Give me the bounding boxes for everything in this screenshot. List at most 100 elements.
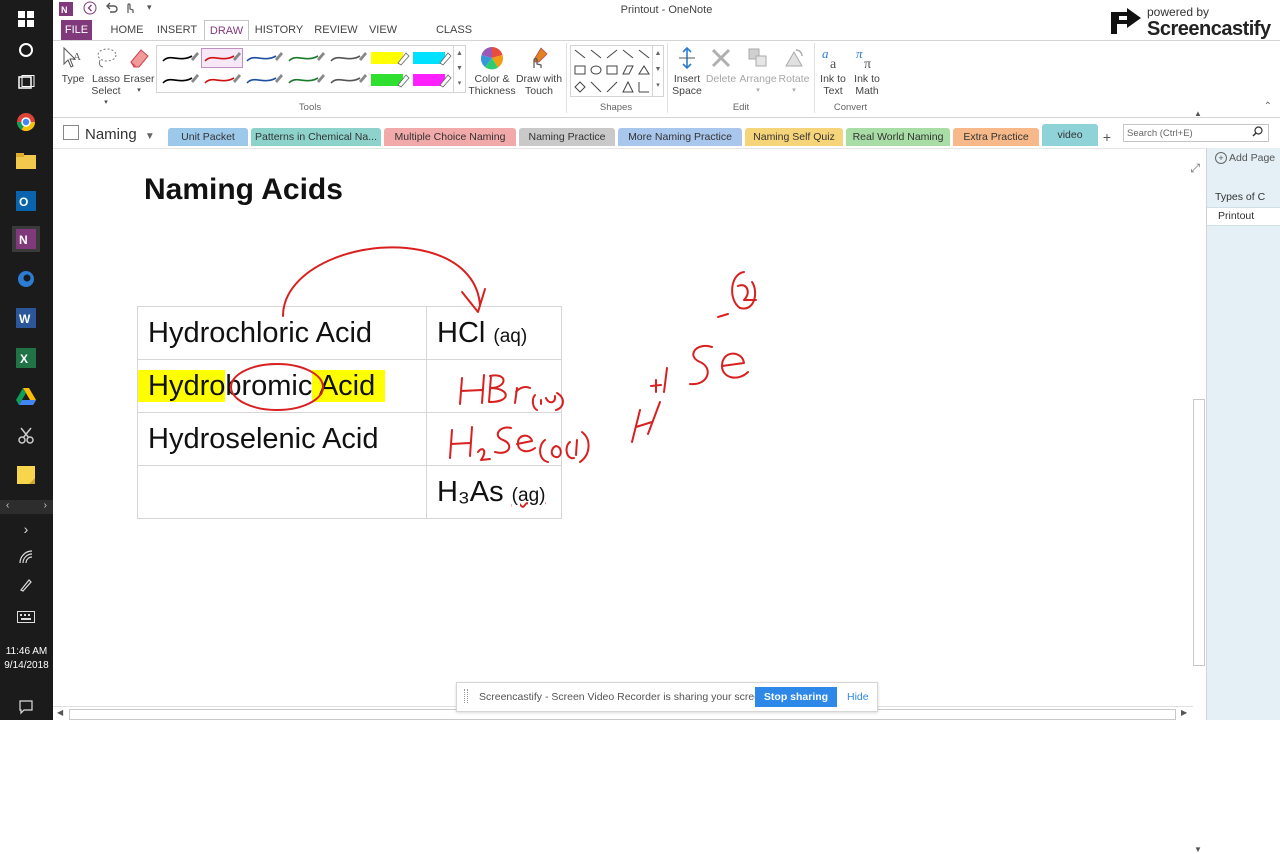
highlighter-swatch[interactable]	[411, 70, 453, 90]
table-cell-name[interactable]	[137, 465, 427, 519]
tab-draw[interactable]: DRAW	[204, 20, 249, 40]
page-title[interactable]: Naming Acids	[144, 173, 343, 207]
pen-swatch[interactable]	[201, 70, 243, 90]
chevron-up-icon[interactable]: ›	[12, 516, 40, 542]
taskbar-scroll[interactable]: ‹ ›	[0, 500, 53, 514]
ink-to-text-button[interactable]: aa Ink to Text	[817, 45, 849, 97]
page-list-item[interactable]: Types of C	[1215, 191, 1265, 203]
pen-swatch[interactable]	[201, 48, 243, 68]
pen-swatch[interactable]	[327, 48, 369, 68]
add-section-button[interactable]: +	[1097, 128, 1117, 146]
pen-swatch[interactable]	[285, 48, 327, 68]
section-tab[interactable]: Extra Practice	[953, 128, 1039, 146]
section-tab[interactable]: Unit Packet	[168, 128, 248, 146]
chrome-icon[interactable]	[12, 109, 40, 135]
scroll-right-icon[interactable]: ▶	[1181, 708, 1187, 717]
search-box[interactable]: Search (Ctrl+E)	[1123, 124, 1269, 142]
tab-review[interactable]: REVIEW	[312, 20, 360, 40]
word-icon[interactable]: W	[12, 305, 40, 331]
tab-file[interactable]: FILE	[61, 20, 92, 40]
shapes-gallery-scroll[interactable]: ▲ ▼ ▾	[652, 46, 663, 96]
notifications-icon[interactable]	[12, 694, 40, 720]
scroll-left-icon[interactable]: ◀	[57, 708, 63, 717]
table-cell-formula[interactable]	[426, 412, 562, 466]
tab-history[interactable]: HISTORY	[254, 20, 304, 40]
highlighter-swatch[interactable]	[369, 48, 411, 68]
arrange-button[interactable]: Arrange ▾	[738, 45, 778, 97]
highlighter-swatch[interactable]	[369, 70, 411, 90]
arrange-dropdown-icon[interactable]: ▾	[738, 85, 778, 97]
ink-to-math-icon: ππ	[854, 45, 880, 71]
snipping-tool-icon[interactable]	[12, 423, 40, 449]
eraser-button[interactable]: Eraser ▾	[123, 45, 155, 97]
add-page-button[interactable]: + Add Page	[1215, 152, 1275, 164]
notebook-selector[interactable]: Naming ▼	[63, 125, 155, 143]
lasso-dropdown-icon[interactable]: ▾	[89, 97, 123, 109]
edge-icon[interactable]	[12, 266, 40, 292]
vertical-scrollbar[interactable]: ▼	[1193, 399, 1205, 854]
tab-home[interactable]: HOME	[107, 20, 147, 40]
table-cell-name[interactable]: Hydrobromic Acid	[137, 359, 427, 413]
scroll-down-icon[interactable]: ▼	[1194, 845, 1202, 854]
draw-with-touch-button[interactable]: Draw with Touch	[515, 45, 563, 97]
type-button[interactable]: A Type	[58, 45, 88, 85]
pen-swatch[interactable]	[243, 70, 285, 90]
outlook-icon[interactable]: O	[12, 188, 40, 214]
pen-swatch[interactable]	[327, 70, 369, 90]
scroll-up-icon[interactable]: ▲	[1194, 109, 1202, 118]
expand-full-page-icon[interactable]: ⤢	[1190, 161, 1200, 176]
acid-table[interactable]: Hydrochloric Acid HCl (aq) Hydrobromic A…	[137, 306, 562, 519]
table-cell-formula[interactable]	[426, 359, 562, 413]
pen-swatch[interactable]	[159, 70, 201, 90]
pen-swatch[interactable]	[159, 48, 201, 68]
section-tab[interactable]: video	[1042, 124, 1098, 146]
insert-space-button[interactable]: Insert Space	[671, 45, 703, 97]
rotate-button[interactable]: Rotate ▾	[777, 45, 811, 97]
highlighter-swatch[interactable]	[411, 48, 453, 68]
task-view-icon[interactable]	[12, 70, 40, 96]
table-cell-formula[interactable]: H₃As (ag)	[426, 465, 562, 519]
google-drive-icon[interactable]	[12, 384, 40, 410]
windows-start-icon[interactable]	[12, 6, 40, 32]
color-thickness-button[interactable]: Color & Thickness	[468, 45, 516, 97]
tab-insert[interactable]: INSERT	[155, 20, 199, 40]
cortana-icon[interactable]	[12, 37, 40, 63]
pen-swatch[interactable]	[243, 48, 285, 68]
drag-handle-icon[interactable]	[464, 689, 468, 703]
eraser-dropdown-icon[interactable]: ▾	[123, 85, 155, 97]
sticky-notes-icon[interactable]	[12, 462, 40, 488]
hide-link[interactable]: Hide	[847, 691, 869, 703]
keyboard-icon[interactable]	[12, 604, 40, 630]
rotate-dropdown-icon[interactable]: ▾	[777, 85, 811, 97]
pen-icon[interactable]	[12, 572, 40, 598]
lasso-select-button[interactable]: Lasso Select ▾	[89, 45, 123, 109]
search-icon[interactable]	[1252, 125, 1263, 143]
pen-gallery-scroll[interactable]: ▲ ▼ ▾	[453, 46, 465, 92]
network-icon[interactable]	[12, 544, 40, 570]
add-page-icon: +	[1215, 152, 1227, 164]
shapes-icon-grid[interactable]	[571, 46, 651, 96]
tab-class-notebook[interactable]: CLASS NOTEBOOK	[408, 20, 500, 56]
taskbar-clock[interactable]: 11:46 AM 9/14/2018	[0, 645, 53, 673]
section-tab[interactable]: Naming Self Quiz	[745, 128, 843, 146]
table-cell-formula[interactable]: HCl (aq)	[426, 306, 562, 360]
table-cell-name[interactable]: Hydrochloric Acid	[137, 306, 427, 360]
vertical-scroll-thumb[interactable]	[1193, 399, 1205, 666]
file-explorer-icon[interactable]	[12, 148, 40, 174]
delete-button[interactable]: Delete	[704, 45, 738, 85]
stop-sharing-button[interactable]: Stop sharing	[755, 687, 837, 707]
ink-to-math-button[interactable]: ππ Ink to Math	[850, 45, 884, 97]
page-list-item-selected[interactable]: Printout	[1207, 207, 1280, 226]
section-tab[interactable]: Patterns in Chemical Na...	[251, 128, 381, 146]
section-tab[interactable]: More Naming Practice	[618, 128, 742, 146]
collapse-ribbon-icon[interactable]: ⌃	[1264, 101, 1272, 112]
pen-swatch[interactable]	[285, 70, 327, 90]
section-tab[interactable]: Multiple Choice Naming	[384, 128, 516, 146]
onenote-taskbar-icon[interactable]: N	[12, 226, 40, 252]
section-tab[interactable]: Real World Naming	[846, 128, 950, 146]
excel-icon[interactable]: X	[12, 345, 40, 371]
table-cell-name[interactable]: Hydroselenic Acid	[137, 412, 427, 466]
tab-view[interactable]: VIEW	[366, 20, 400, 40]
page-canvas[interactable]: Naming Acids ⤢ Hydrochloric Acid HCl (aq…	[53, 109, 1205, 854]
section-tab[interactable]: Naming Practice	[519, 128, 615, 146]
